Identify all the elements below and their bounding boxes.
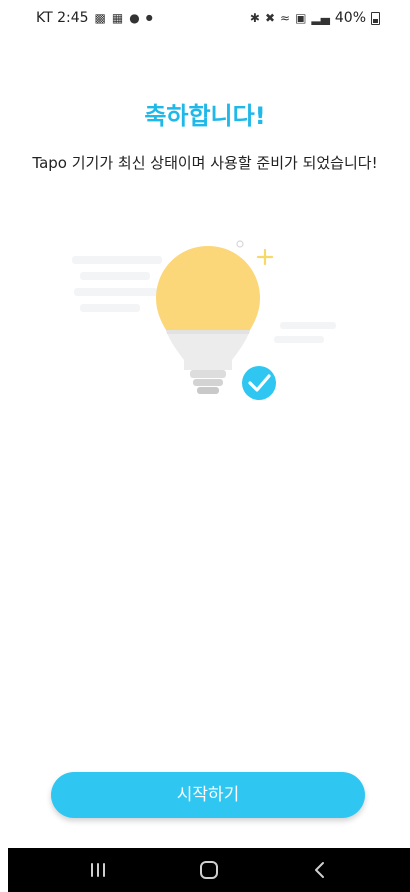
carrier-time: KT 2:45 xyxy=(36,10,89,26)
back-icon xyxy=(315,862,324,878)
home-icon xyxy=(200,861,218,879)
dot-icon: ● xyxy=(145,13,153,22)
success-screen: KT 2:45 ▩ ▦ ● ● ✱ ✖ ≈ ▣ ▂▄ 40% 축하합니다! Ta… xyxy=(0,0,410,892)
success-illustration xyxy=(72,240,336,403)
home-button[interactable] xyxy=(179,848,239,892)
status-bar: KT 2:45 ▩ ▦ ● ● ✱ ✖ ≈ ▣ ▂▄ 40% xyxy=(0,0,410,40)
video-icon: ▩ xyxy=(94,11,106,25)
back-button[interactable] xyxy=(290,848,350,892)
volte-icon: ▣ xyxy=(295,11,307,25)
bluetooth-icon: ✱ xyxy=(249,11,260,25)
recents-button[interactable] xyxy=(68,848,128,892)
battery-icon xyxy=(371,11,380,25)
chat-icon: ● xyxy=(129,11,140,25)
wifi-icon: ≈ xyxy=(280,11,291,25)
battery-percent: 40% xyxy=(334,10,366,26)
navigation-bar xyxy=(8,848,410,892)
mute-icon: ✖ xyxy=(264,11,275,25)
status-left: KT 2:45 ▩ ▦ ● ● xyxy=(36,10,153,26)
start-button[interactable]: 시작하기 xyxy=(51,772,365,818)
recents-icon xyxy=(91,863,105,877)
page-subtitle: Tapo 기기가 최신 상태이며 사용할 준비가 되었습니다! xyxy=(32,154,378,172)
page-title: 축하합니다! xyxy=(144,102,266,130)
status-right: ✱ ✖ ≈ ▣ ▂▄ 40% xyxy=(250,10,380,26)
image-icon: ▦ xyxy=(111,11,124,25)
check-badge-icon xyxy=(239,363,279,403)
signal-icon: ▂▄ xyxy=(311,11,330,25)
